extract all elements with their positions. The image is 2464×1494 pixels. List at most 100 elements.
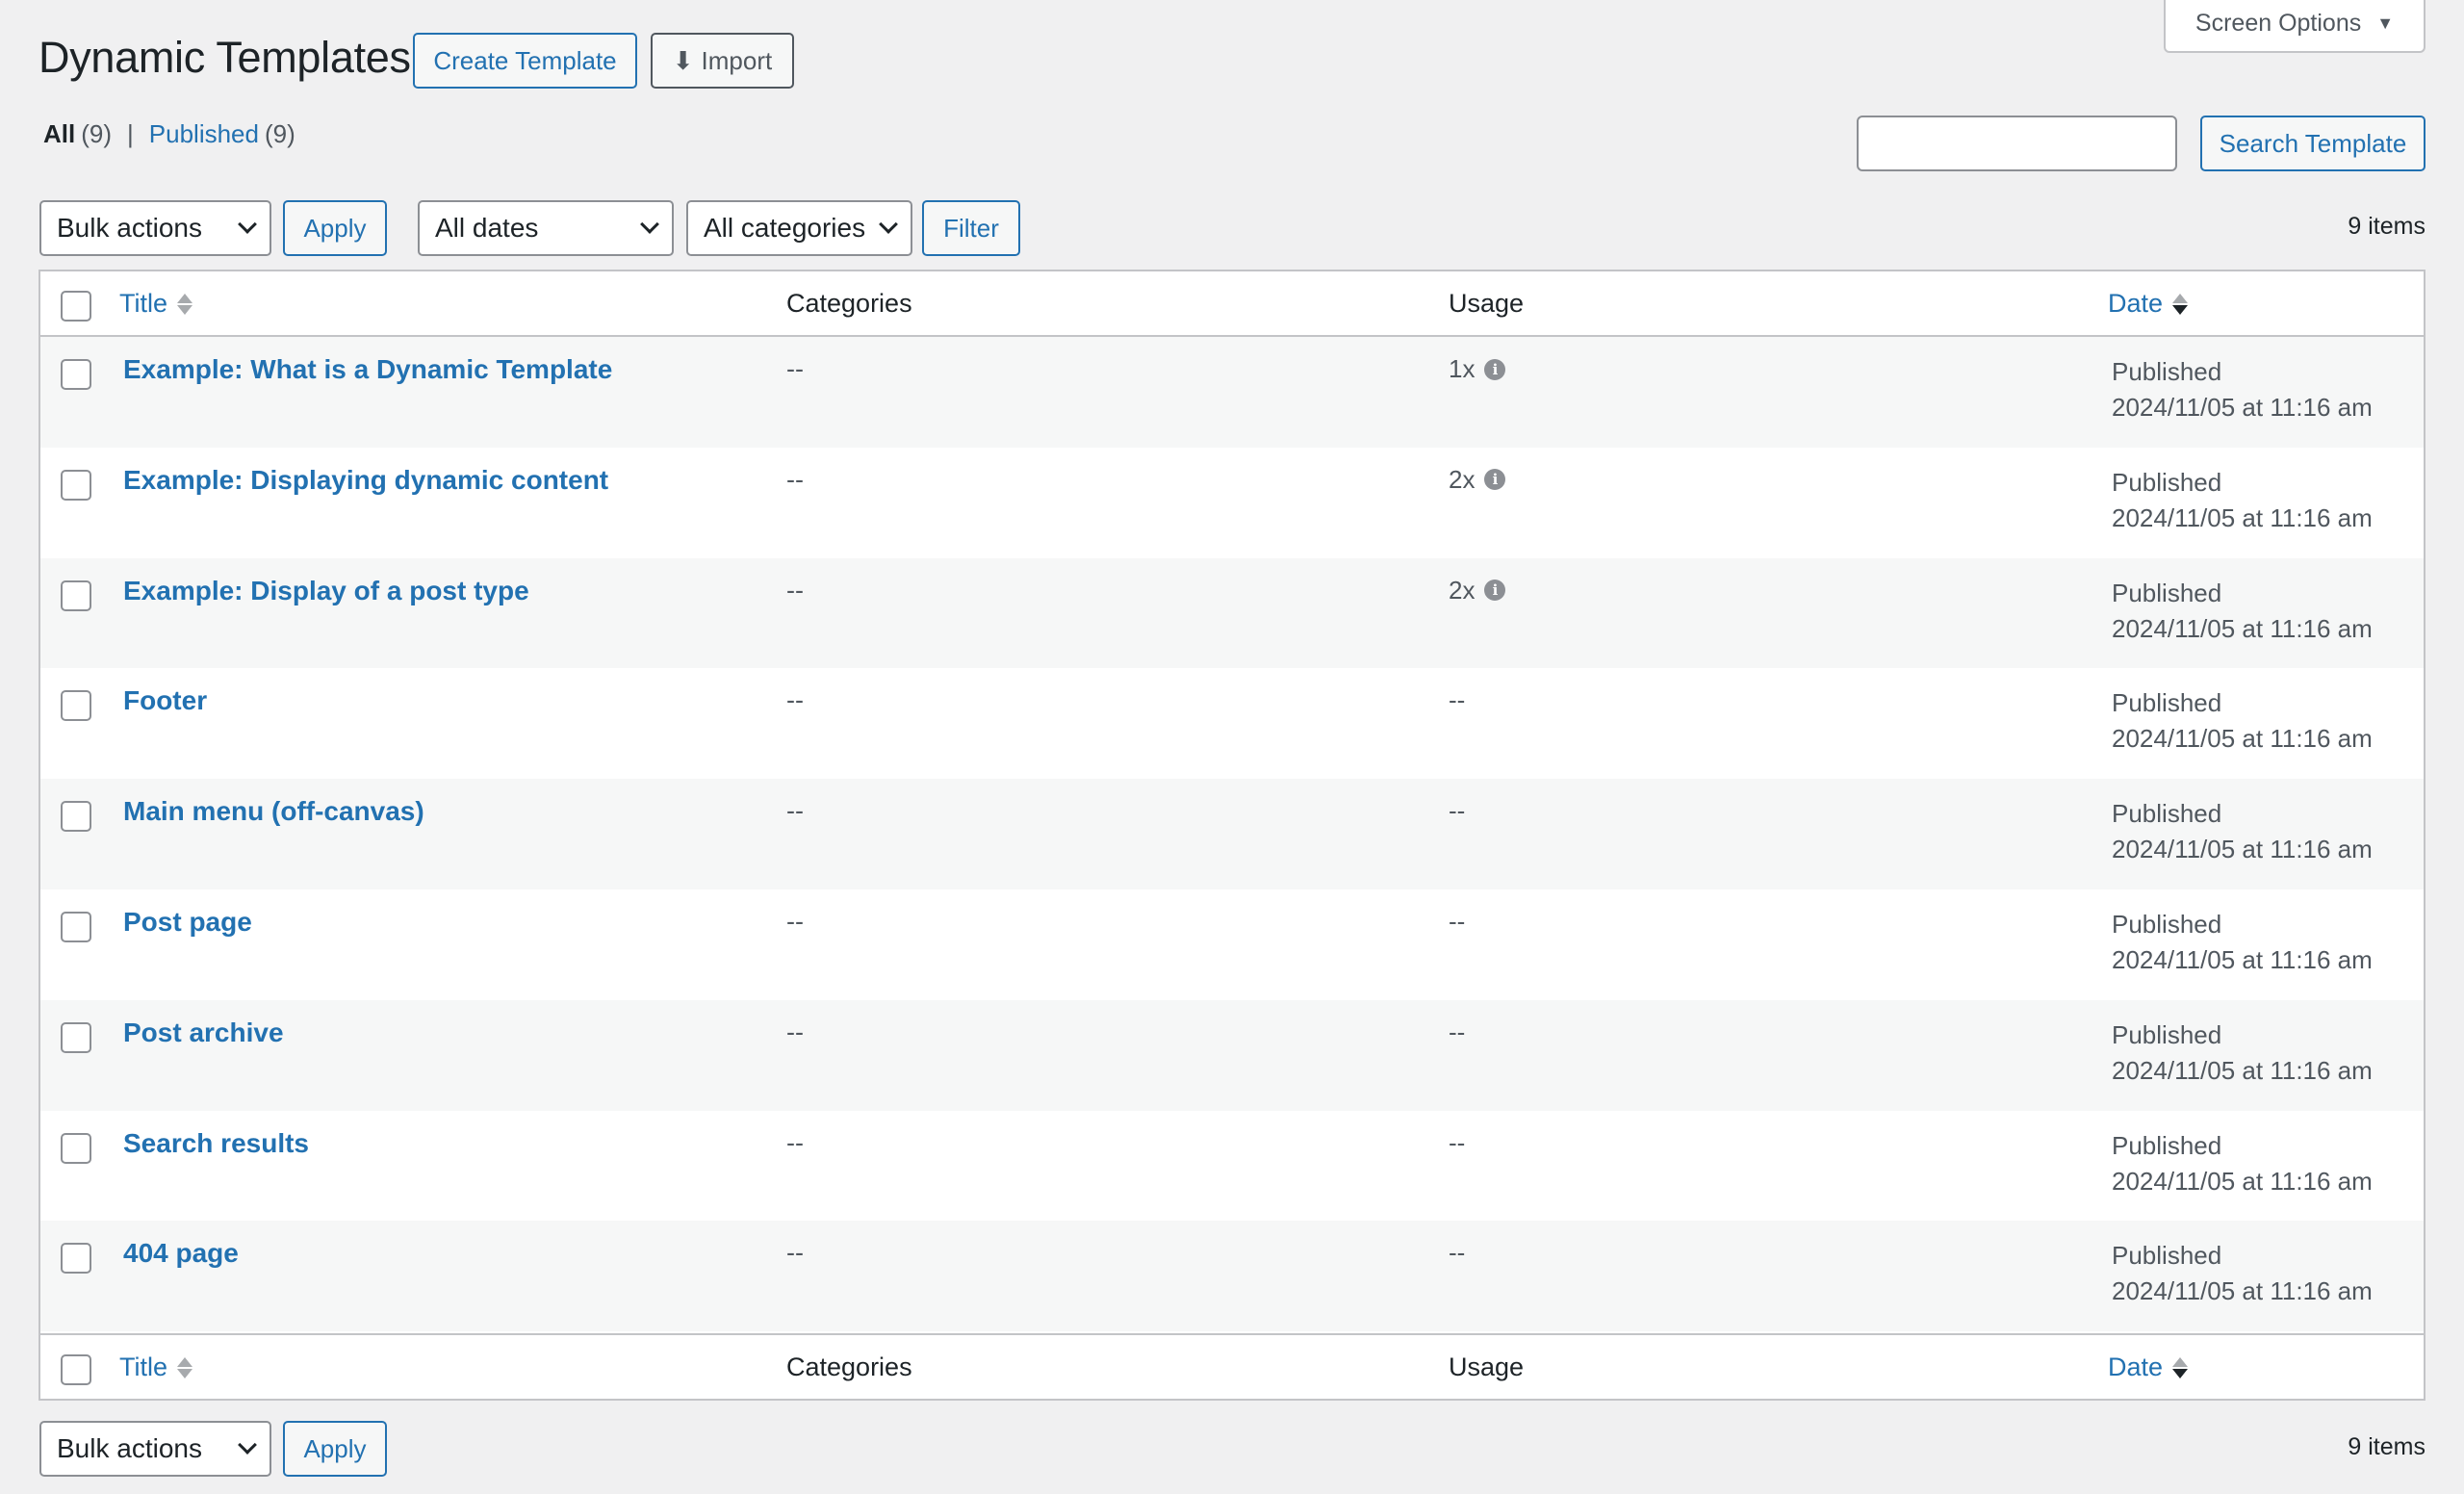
info-icon[interactable]: i [1484,358,1506,380]
template-title-link[interactable]: Example: Display of a post type [123,576,529,606]
row-date: Published 2024/11/05 at 11:16 am [2112,1128,2373,1199]
chevron-down-icon [879,215,898,234]
page-title: Dynamic Templates [38,33,411,82]
template-title-link[interactable]: Post archive [123,1017,284,1048]
column-title-sort[interactable]: Title [119,1352,193,1382]
import-button[interactable]: ⬇ Import [651,33,794,89]
column-categories-label: Categories [786,289,912,318]
dates-filter-select[interactable]: All dates [418,200,674,256]
row-date: Published 2024/11/05 at 11:16 am [2112,576,2373,647]
select-all-checkbox[interactable] [61,1354,91,1385]
page: Screen Options ▼ Dynamic Templates Creat… [0,0,2464,1494]
view-all-link[interactable]: All [43,119,75,149]
screen-options-button[interactable]: Screen Options ▼ [2164,0,2426,53]
download-arrow-icon: ⬇ [672,45,694,75]
row-status: Published [2112,467,2222,497]
bulk-actions-select-bottom[interactable]: Bulk actions [39,1421,271,1477]
row-categories: -- [786,685,804,715]
row-usage: -- [1449,1017,1465,1047]
template-title-link[interactable]: Search results [123,1128,309,1159]
categories-filter-value: All categories [704,213,866,243]
view-all-count: (9) [81,119,113,148]
usage-value: -- [1449,1238,1466,1268]
column-date-sort[interactable]: Date [2108,289,2189,319]
row-status: Published [2112,909,2222,939]
template-title-link[interactable]: Footer [123,685,207,716]
row-usage: -- [1449,907,1465,937]
apply-button[interactable]: Apply [283,200,387,256]
row-date: Published 2024/11/05 at 11:16 am [2112,1238,2373,1309]
select-all-checkbox[interactable] [61,291,91,322]
column-title-sort[interactable]: Title [119,289,193,319]
row-categories: -- [786,354,804,383]
row-date: Published 2024/11/05 at 11:16 am [2112,907,2373,978]
usage-value: -- [1449,796,1466,826]
row-usage: -- [1449,796,1465,826]
usage-value: 2x [1449,575,1476,605]
chevron-down-icon [640,215,659,234]
apply-button-bottom[interactable]: Apply [283,1421,387,1477]
items-count-bottom: 9 items [2348,1433,2426,1460]
row-checkbox[interactable] [61,359,91,390]
template-title-link[interactable]: Example: Displaying dynamic content [123,465,608,496]
items-count: 9 items [2348,213,2426,240]
row-status: Published [2112,357,2222,386]
row-usage: 2x i [1449,464,1506,495]
create-template-button[interactable]: Create Template [413,33,637,89]
categories-filter-select[interactable]: All categories [686,200,912,256]
row-checkbox[interactable] [61,580,91,611]
row-usage: -- [1449,1128,1465,1158]
search-template-button[interactable]: Search Template [2200,116,2426,171]
template-title-link[interactable]: Example: What is a Dynamic Template [123,354,612,385]
usage-value: 2x [1449,464,1476,494]
row-usage: -- [1449,685,1465,715]
template-title-link[interactable]: Main menu (off-canvas) [123,796,424,827]
column-categories-label: Categories [786,1352,912,1381]
table-row: Example: What is a Dynamic Template -- 1… [40,337,2424,448]
row-checkbox[interactable] [61,801,91,833]
filter-button[interactable]: Filter [922,200,1020,256]
row-status: Published [2112,578,2222,607]
search-input[interactable] [1857,116,2177,171]
table-row: Example: Display of a post type -- 2x i P… [40,557,2424,669]
sort-arrows-icon [177,1356,193,1378]
chevron-down-icon [238,1435,257,1455]
info-icon[interactable]: i [1484,580,1506,602]
bulk-actions-value: Bulk actions [57,213,202,243]
row-timestamp: 2024/11/05 at 11:16 am [2112,724,2373,754]
row-checkbox[interactable] [61,1132,91,1164]
sort-arrows-icon [2172,1356,2189,1378]
row-checkbox[interactable] [61,911,91,942]
row-categories: -- [786,906,804,936]
usage-value: 1x [1449,354,1476,383]
row-checkbox[interactable] [61,1021,91,1053]
table-row: Post page -- -- Published 2024/11/05 at … [40,889,2424,1000]
row-date: Published 2024/11/05 at 11:16 am [2112,796,2373,867]
view-separator: | [127,119,134,148]
column-date-sort[interactable]: Date [2108,1352,2189,1382]
row-timestamp: 2024/11/05 at 11:16 am [2112,393,2373,422]
info-icon[interactable]: i [1484,469,1506,491]
row-checkbox[interactable] [61,690,91,722]
usage-value: -- [1449,1127,1466,1157]
table-row: Post archive -- -- Published 2024/11/05 … [40,999,2424,1111]
column-usage-label: Usage [1449,1352,1525,1381]
row-timestamp: 2024/11/05 at 11:16 am [2112,1166,2373,1196]
row-timestamp: 2024/11/05 at 11:16 am [2112,1276,2373,1306]
row-usage: 1x i [1449,354,1506,384]
templates-table: Title Categories Usage Date Example: Wha… [38,270,2426,1401]
triangle-down-icon: ▼ [2376,13,2395,33]
row-checkbox[interactable] [61,469,91,501]
template-title-link[interactable]: Post page [123,907,252,938]
row-timestamp: 2024/11/05 at 11:16 am [2112,944,2373,974]
row-usage: -- [1449,1238,1465,1268]
row-categories: -- [786,1017,804,1046]
view-published-link[interactable]: Published [149,119,259,149]
row-status: Published [2112,1019,2222,1049]
row-categories: -- [786,796,804,826]
template-title-link[interactable]: 404 page [123,1238,239,1269]
bulk-actions-select[interactable]: Bulk actions [39,200,271,256]
table-row: Main menu (off-canvas) -- -- Published 2… [40,779,2424,889]
chevron-down-icon [238,215,257,234]
row-checkbox[interactable] [61,1243,91,1275]
